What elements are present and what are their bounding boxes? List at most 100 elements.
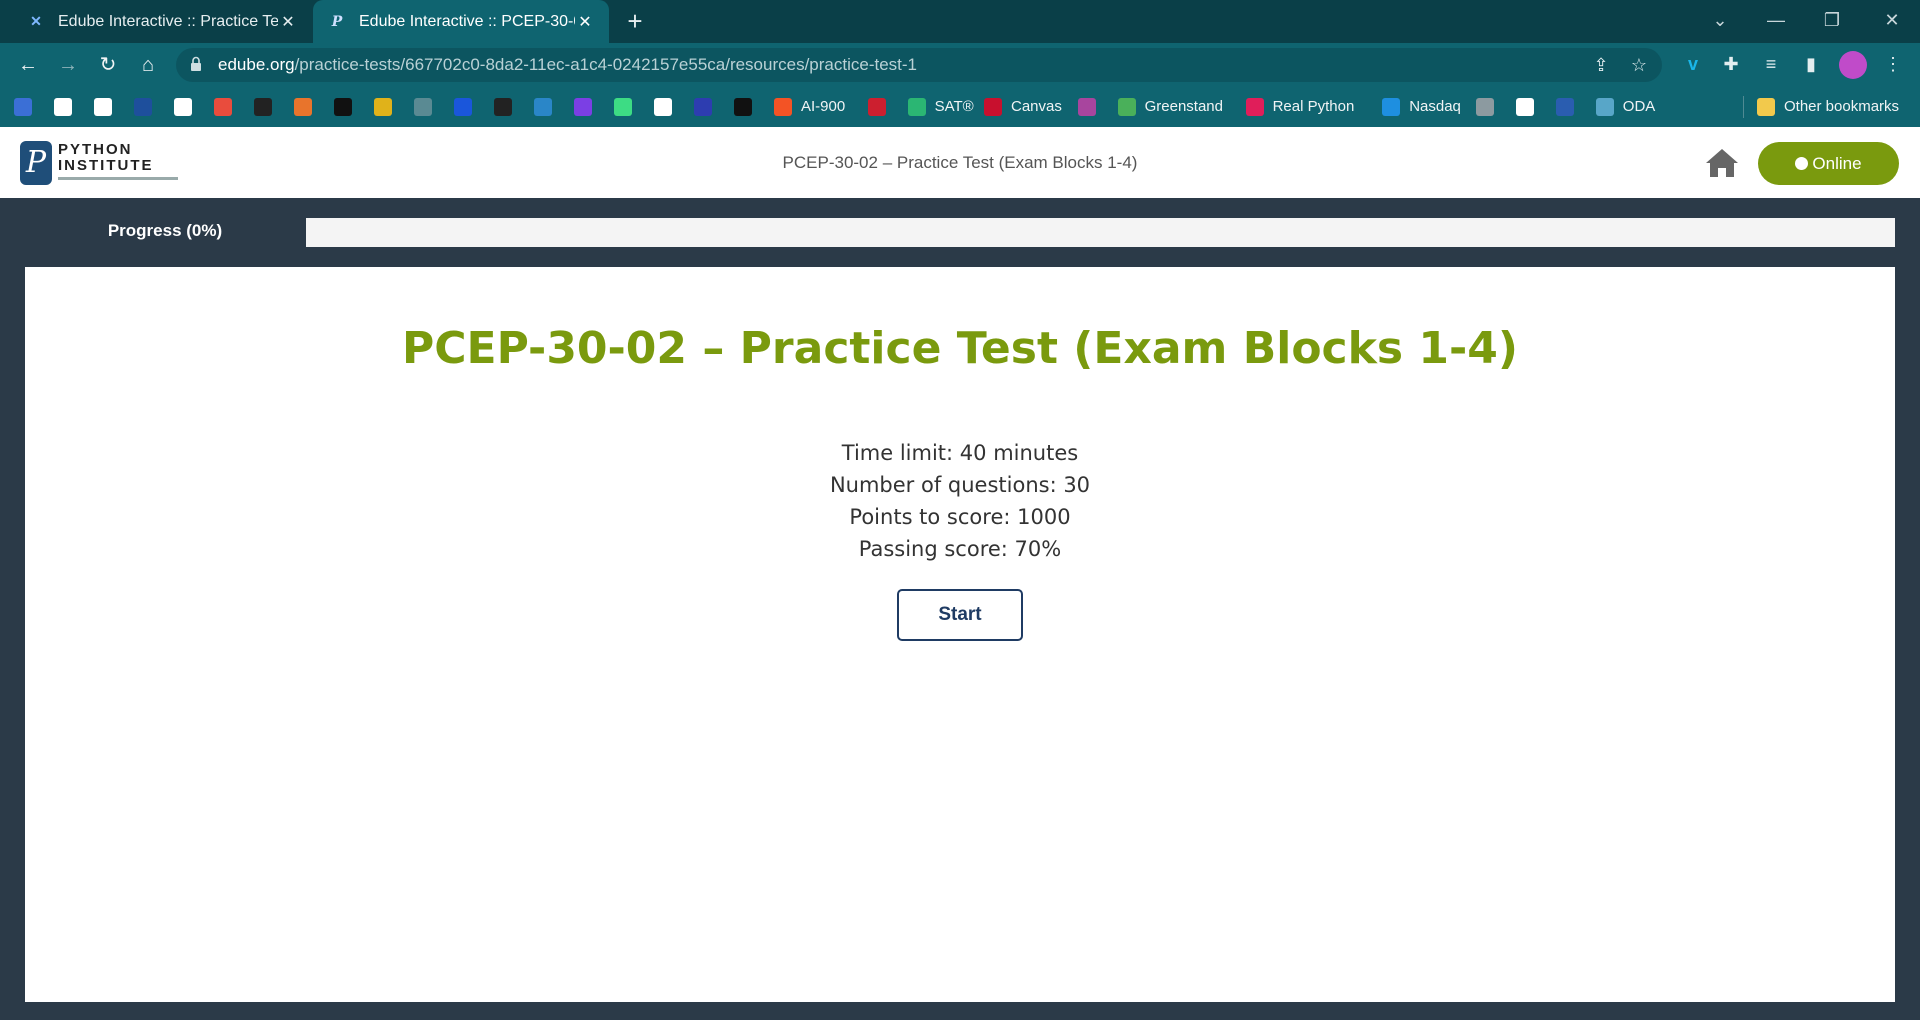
bookmark-item[interactable] [494, 86, 512, 127]
bookmark-item[interactable] [454, 86, 472, 127]
back-icon[interactable]: ← [12, 49, 44, 81]
tab-search-icon[interactable]: ⌄ [1692, 0, 1748, 40]
header-title: PCEP-30-02 – Practice Test (Exam Blocks … [782, 153, 1138, 172]
bookmark-item[interactable] [54, 86, 72, 127]
site-header: PCEP-30-02 – Practice Test (Exam Blocks … [0, 127, 1920, 198]
bookmark-favicon-icon [867, 97, 886, 116]
bookmark-item[interactable] [1515, 86, 1534, 127]
progress-label: Progress (0%) [107, 221, 223, 240]
reload-icon[interactable]: ↻ [92, 49, 124, 81]
bookmark-item[interactable] [254, 86, 272, 127]
bookmark-item[interactable] [1475, 86, 1494, 127]
bookmark-favicon-icon [54, 97, 72, 116]
bookmark-label: ODA [1622, 98, 1656, 115]
status-dot-icon [1795, 157, 1809, 170]
bookmark-favicon-icon [1117, 97, 1136, 116]
vimeo-extension-icon[interactable]: v [1678, 49, 1708, 79]
logo-mark-icon: P [20, 141, 52, 185]
close-tab-icon[interactable]: ✕ [278, 12, 298, 32]
bookmark-item[interactable] [174, 86, 192, 127]
number-of-questions: Number of questions: 30 [829, 473, 1091, 497]
bookmark-star-icon[interactable]: ☆ [1626, 52, 1652, 78]
bookmark-favicon-icon [1077, 97, 1096, 116]
bookmark-favicon-icon [907, 97, 926, 116]
bookmark-favicon-icon [984, 97, 1002, 116]
profile-avatar[interactable] [1839, 51, 1867, 79]
bookmark-item[interactable] [414, 86, 432, 127]
bookmark-item[interactable] [734, 86, 752, 127]
share-icon[interactable]: ⇪ [1588, 52, 1614, 78]
bookmark-item[interactable] [94, 86, 112, 127]
bookmark-item[interactable]: SAT® [907, 86, 974, 127]
start-button[interactable]: Start [897, 589, 1023, 641]
bookmark-favicon-icon [1515, 97, 1534, 116]
home-icon[interactable]: ⌂ [132, 49, 164, 81]
side-panel-icon[interactable]: ▮ [1796, 49, 1826, 79]
folder-icon [1757, 97, 1775, 116]
bookmark-item[interactable] [574, 86, 592, 127]
bookmark-favicon-icon [734, 97, 752, 116]
bookmark-item[interactable] [654, 86, 672, 127]
logo-text: PYTHON INSTITUTE [58, 142, 154, 174]
bookmark-item[interactable] [294, 86, 312, 127]
bookmark-item[interactable] [374, 86, 392, 127]
bookmark-item[interactable]: AI-900 [774, 86, 845, 127]
extensions-icon[interactable]: ✚ [1716, 49, 1746, 79]
forward-icon[interactable]: → [52, 49, 84, 81]
edube-favicon-icon: ✕ [30, 13, 42, 29]
bookmark-item[interactable] [1077, 86, 1096, 127]
bookmark-favicon-icon [494, 97, 512, 116]
bookmark-item[interactable]: ODA [1595, 86, 1656, 127]
bookmark-item[interactable]: Canvas [984, 86, 1062, 127]
python-institute-logo[interactable]: P PYTHON INSTITUTE [20, 141, 180, 187]
points-to-score: Points to score: 1000 [849, 505, 1071, 529]
bookmark-item[interactable] [14, 86, 32, 127]
bookmark-item[interactable] [334, 86, 352, 127]
browser-tab-active[interactable]: P Edube Interactive :: PCEP-30-02 – ✕ [313, 0, 609, 43]
bookmark-item[interactable] [214, 86, 232, 127]
bookmarks-divider [1743, 96, 1744, 118]
bookmark-favicon-icon [254, 97, 272, 116]
bookmark-item[interactable]: Real Python [1245, 86, 1355, 127]
bookmark-favicon-icon [294, 97, 312, 116]
close-tab-icon[interactable]: ✕ [575, 12, 595, 32]
logo-line-1: PYTHON [58, 141, 133, 158]
minimize-icon[interactable]: — [1748, 0, 1804, 40]
tab-title: Edube Interactive :: Practice Test | [58, 12, 278, 30]
bookmark-favicon-icon [134, 97, 152, 116]
logo-underline [58, 177, 178, 180]
bookmark-label: Real Python [1272, 98, 1355, 115]
home-icon[interactable] [1704, 147, 1740, 179]
bookmark-label: Canvas [1011, 98, 1062, 115]
browser-toolbar: ← → ↻ ⌂ edube.org/practice-tests/667702c… [0, 43, 1920, 86]
online-status-button[interactable]: Online [1758, 142, 1899, 185]
bookmark-favicon-icon [334, 97, 352, 116]
new-tab-button[interactable]: + [620, 6, 650, 36]
bookmark-item[interactable] [694, 86, 712, 127]
bookmark-item[interactable]: Nasdaq [1382, 86, 1461, 127]
bookmark-item[interactable]: Greenstand [1117, 86, 1223, 127]
bookmark-item[interactable] [867, 86, 886, 127]
address-bar[interactable]: edube.org/practice-tests/667702c0-8da2-1… [176, 48, 1662, 82]
browser-tab[interactable]: ✕ Edube Interactive :: Practice Test | ✕ [12, 0, 312, 43]
bookmark-favicon-icon [614, 97, 632, 116]
progress-bar [306, 218, 1895, 247]
bookmark-favicon-icon [414, 97, 432, 116]
other-bookmarks[interactable]: Other bookmarks [1757, 86, 1899, 127]
bookmarks-bar: Other bookmarks AI-900 SAT® Canvas Greensta… [0, 86, 1920, 127]
bookmark-favicon-icon [374, 97, 392, 116]
url-host: edube.org [218, 55, 295, 74]
bookmark-item[interactable] [614, 86, 632, 127]
media-control-icon[interactable]: ≡ [1756, 49, 1786, 79]
bookmark-item[interactable] [134, 86, 152, 127]
close-window-icon[interactable]: ✕ [1864, 0, 1920, 40]
bookmark-item[interactable] [1555, 86, 1574, 127]
bookmark-item[interactable] [534, 86, 552, 127]
bookmark-favicon-icon [1475, 97, 1494, 116]
menu-icon[interactable]: ⋮ [1878, 49, 1908, 79]
lock-icon [191, 56, 201, 71]
bookmark-favicon-icon [174, 97, 192, 116]
python-institute-favicon-icon: P [331, 13, 343, 30]
url-text: edube.org/practice-tests/667702c0-8da2-1… [218, 48, 917, 82]
restore-icon[interactable]: ❐ [1804, 0, 1860, 40]
